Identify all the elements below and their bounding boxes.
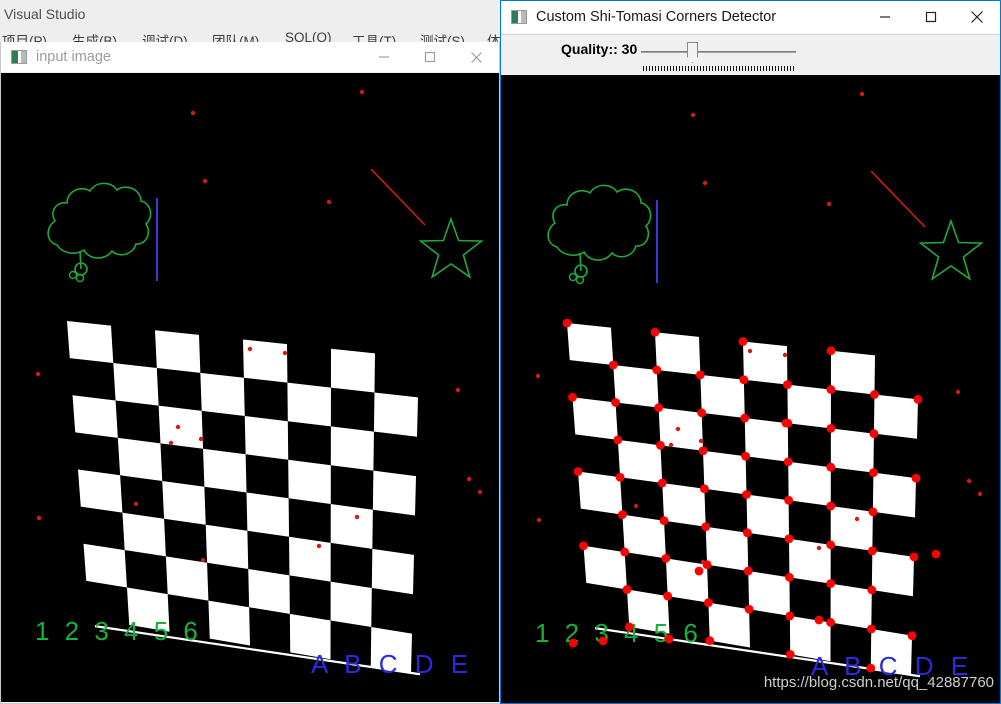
window-input-image[interactable]: input image 1 2 3 4 5 6 A B C D E <box>0 42 500 704</box>
maximize-icon[interactable] <box>908 1 954 33</box>
close-icon[interactable] <box>954 1 1000 33</box>
visual-studio-backdrop: Visual Studio 项目(P) 生成(B) 调试(D) 团队(M) SQL(Q)… <box>0 0 500 48</box>
opencv-window-icon <box>11 50 27 64</box>
screen-root: Visual Studio 项目(P) 生成(B) 调试(D) 团队(M) SQL(Q)… <box>0 0 1001 704</box>
minimize-icon[interactable] <box>862 1 908 33</box>
quality-trackbar-thumb[interactable] <box>687 42 698 63</box>
detector-title: Custom Shi-Tomasi Corners Detector <box>536 9 777 25</box>
svg-text:A B C D E: A B C D E <box>311 649 473 679</box>
detector-window-controls[interactable] <box>862 1 1000 33</box>
opencv-window-icon <box>511 10 527 24</box>
detector-output-canvas: 1 2 3 4 5 6A B C D E https://blog.csdn.n… <box>501 75 1000 703</box>
maximize-icon[interactable] <box>407 42 453 72</box>
minimize-icon[interactable] <box>361 42 407 72</box>
input-image-window-controls[interactable] <box>361 42 499 72</box>
window-shi-tomasi-detector[interactable]: Custom Shi-Tomasi Corners Detector Quali… <box>500 0 1001 704</box>
input-image-title: input image <box>36 49 111 65</box>
svg-text:1 2 3 4 5 6: 1 2 3 4 5 6 <box>535 618 702 648</box>
detector-titlebar[interactable]: Custom Shi-Tomasi Corners Detector <box>501 1 1000 33</box>
input-image-titlebar[interactable]: input image <box>1 42 499 72</box>
svg-text:1 2 3 4 5 6: 1 2 3 4 5 6 <box>35 616 202 646</box>
quality-trackbar-track[interactable] <box>641 51 796 53</box>
watermark-text: https://blog.csdn.net/qq_42887760 <box>763 674 994 691</box>
input-image-canvas: 1 2 3 4 5 6 A B C D E <box>1 73 499 702</box>
quality-trackbar-ticks <box>643 66 795 71</box>
visual-studio-title: Visual Studio <box>4 6 86 22</box>
close-icon[interactable] <box>453 42 499 72</box>
quality-trackbar-label: Quality:: 30 <box>561 41 638 57</box>
quality-trackbar[interactable]: Quality:: 30 <box>501 34 1000 75</box>
